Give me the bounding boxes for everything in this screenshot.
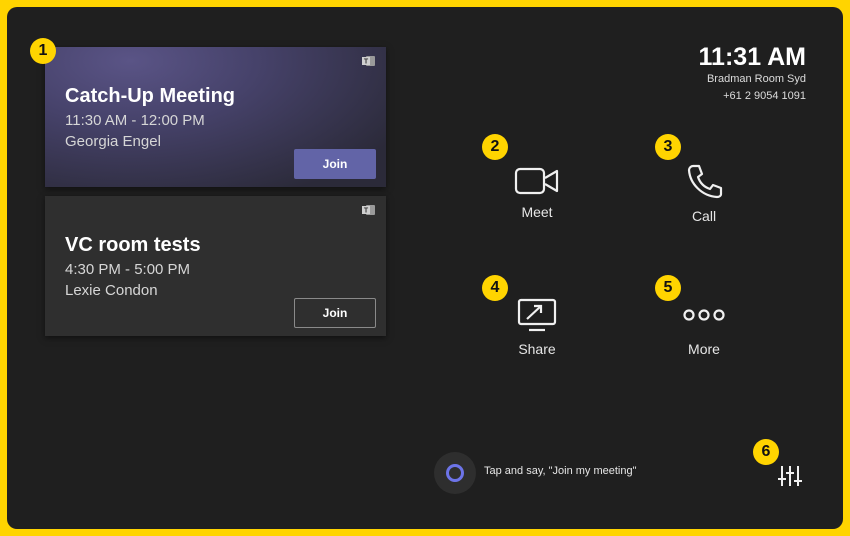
meeting-time: 4:30 PM - 5:00 PM [65, 261, 191, 278]
callout-badge: 2 [482, 134, 508, 160]
cortana-icon [446, 464, 464, 482]
svg-text:T: T [364, 208, 369, 215]
share-label: Share [518, 341, 556, 357]
callout-badge: 4 [482, 275, 508, 301]
callout-badge: 6 [753, 439, 779, 465]
more-label: More [688, 341, 720, 357]
join-button[interactable]: Join [294, 298, 376, 328]
sliders-icon [778, 466, 802, 486]
call-button[interactable]: Call [649, 162, 759, 224]
callout-badge: 5 [655, 275, 681, 301]
room-phone: +61 2 9054 1091 [723, 90, 806, 102]
teams-room-console: T Catch-Up Meeting 11:30 AM - 12:00 PM G… [7, 7, 843, 529]
more-ellipsis-icon [683, 309, 725, 321]
join-button[interactable]: Join [294, 149, 376, 179]
meet-button[interactable]: Meet [482, 166, 592, 220]
share-screen-icon [517, 298, 557, 332]
svg-text:T: T [364, 59, 369, 66]
more-button[interactable]: More [649, 297, 759, 357]
cortana-hint: Tap and say, "Join my meeting" [484, 465, 637, 477]
meeting-time: 11:30 AM - 12:00 PM [65, 112, 205, 129]
meeting-card[interactable]: T VC room tests 4:30 PM - 5:00 PM Lexie … [45, 196, 386, 336]
video-camera-icon [514, 167, 559, 195]
share-button[interactable]: Share [482, 297, 592, 357]
settings-button[interactable] [777, 464, 803, 493]
meeting-title: VC room tests [65, 234, 201, 256]
clock-time: 11:31 AM [698, 43, 806, 71]
meeting-title: Catch-Up Meeting [65, 85, 235, 107]
clock-panel: 11:31 AM Bradman Room Syd +61 2 9054 109… [699, 43, 806, 105]
callout-badge: 3 [655, 134, 681, 160]
room-name: Bradman Room Syd [706, 73, 806, 85]
meet-label: Meet [521, 204, 553, 220]
callout-badge: 1 [30, 38, 56, 64]
meeting-organizer: Georgia Engel [65, 133, 161, 150]
phone-icon [687, 164, 723, 199]
cortana-button[interactable] [434, 452, 476, 494]
teams-icon: T [362, 205, 375, 215]
teams-icon: T [362, 56, 375, 66]
meeting-organizer: Lexie Condon [65, 282, 158, 299]
meeting-card-active[interactable]: T Catch-Up Meeting 11:30 AM - 12:00 PM G… [45, 47, 386, 187]
call-label: Call [691, 208, 717, 224]
